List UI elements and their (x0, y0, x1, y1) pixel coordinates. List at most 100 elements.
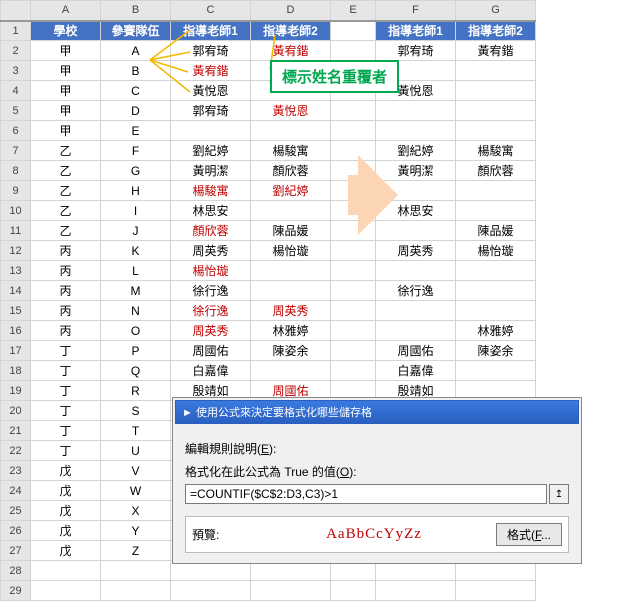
cell[interactable]: D (101, 101, 171, 121)
cell[interactable]: L (101, 261, 171, 281)
cell[interactable]: Y (101, 521, 171, 541)
cell[interactable]: 劉紀婷 (251, 181, 331, 201)
row-header[interactable]: 7 (1, 141, 31, 161)
cell[interactable]: 陳姿余 (251, 341, 331, 361)
cell[interactable]: 丁 (31, 361, 101, 381)
cell[interactable]: 戊 (31, 501, 101, 521)
cell[interactable] (171, 121, 251, 141)
range-selector-button[interactable]: ↥ (549, 484, 569, 504)
cell[interactable]: 劉紀婷 (171, 141, 251, 161)
row-header[interactable]: 10 (1, 201, 31, 221)
header-cell[interactable] (331, 21, 376, 41)
cell[interactable]: W (101, 481, 171, 501)
row-header[interactable]: 27 (1, 541, 31, 561)
cell[interactable]: 徐行逸 (376, 281, 456, 301)
cell[interactable]: 戊 (31, 521, 101, 541)
cell[interactable]: 甲 (31, 41, 101, 61)
cell[interactable] (456, 361, 536, 381)
row-header[interactable]: 9 (1, 181, 31, 201)
cell[interactable]: 楊怡璇 (171, 261, 251, 281)
cell[interactable]: 林雅婷 (456, 321, 536, 341)
cell[interactable]: C (101, 81, 171, 101)
cell[interactable]: T (101, 421, 171, 441)
row-header[interactable]: 13 (1, 261, 31, 281)
cell[interactable]: I (101, 201, 171, 221)
header-cell[interactable]: 指導老師2 (251, 21, 331, 41)
cell[interactable]: 戊 (31, 481, 101, 501)
cell[interactable] (376, 261, 456, 281)
row-header[interactable]: 17 (1, 341, 31, 361)
cell[interactable]: 陳姿余 (456, 341, 536, 361)
cell[interactable]: 楊駿寓 (456, 141, 536, 161)
cell[interactable]: J (101, 221, 171, 241)
cell[interactable]: 周英秀 (171, 241, 251, 261)
cell[interactable]: R (101, 381, 171, 401)
cell[interactable] (251, 201, 331, 221)
row-header[interactable]: 5 (1, 101, 31, 121)
cell[interactable]: 陳品媛 (251, 221, 331, 241)
col-header-G[interactable]: G (456, 1, 536, 21)
cell[interactable] (331, 321, 376, 341)
cell[interactable]: Q (101, 361, 171, 381)
cell[interactable] (331, 261, 376, 281)
cell[interactable] (456, 61, 536, 81)
row-header[interactable]: 25 (1, 501, 31, 521)
cell[interactable]: 徐行逸 (171, 281, 251, 301)
cell[interactable] (456, 581, 536, 601)
row-header[interactable]: 22 (1, 441, 31, 461)
cell[interactable]: 丁 (31, 441, 101, 461)
cell[interactable] (376, 121, 456, 141)
col-header-E[interactable]: E (331, 1, 376, 21)
cell[interactable]: N (101, 301, 171, 321)
cell[interactable] (251, 261, 331, 281)
cell[interactable]: 顏欣蓉 (171, 221, 251, 241)
cell[interactable]: 楊駿寓 (251, 141, 331, 161)
cell[interactable]: 白嘉偉 (171, 361, 251, 381)
row-header[interactable]: 14 (1, 281, 31, 301)
row-header[interactable]: 1 (1, 21, 31, 41)
cell[interactable]: 林思安 (171, 201, 251, 221)
col-header-A[interactable]: A (31, 1, 101, 21)
cell[interactable]: 乙 (31, 181, 101, 201)
row-header[interactable]: 26 (1, 521, 31, 541)
cell[interactable]: P (101, 341, 171, 361)
cell[interactable]: 乙 (31, 201, 101, 221)
cell[interactable]: 乙 (31, 221, 101, 241)
cell[interactable]: Z (101, 541, 171, 561)
cell[interactable]: 黃宥鍇 (251, 41, 331, 61)
cell[interactable]: 顏欣蓉 (456, 161, 536, 181)
cell[interactable]: 周英秀 (171, 321, 251, 341)
cell[interactable] (376, 581, 456, 601)
cell[interactable]: 乙 (31, 141, 101, 161)
cell[interactable] (251, 581, 331, 601)
cell[interactable] (251, 121, 331, 141)
cell[interactable]: 楊怡璇 (456, 241, 536, 261)
row-header[interactable]: 8 (1, 161, 31, 181)
cell[interactable] (376, 301, 456, 321)
cell[interactable] (331, 301, 376, 321)
row-header[interactable]: 12 (1, 241, 31, 261)
cell[interactable]: 丙 (31, 301, 101, 321)
row-header[interactable]: 16 (1, 321, 31, 341)
cell[interactable]: 徐行逸 (171, 301, 251, 321)
row-header[interactable]: 23 (1, 461, 31, 481)
col-header-D[interactable]: D (251, 1, 331, 21)
cell[interactable]: 丙 (31, 241, 101, 261)
cell[interactable]: H (101, 181, 171, 201)
row-header[interactable]: 2 (1, 41, 31, 61)
cell[interactable] (331, 41, 376, 61)
header-cell[interactable]: 指導老師2 (456, 21, 536, 41)
cell[interactable] (456, 301, 536, 321)
cell[interactable]: E (101, 121, 171, 141)
cell[interactable]: U (101, 441, 171, 461)
cell[interactable]: 乙 (31, 161, 101, 181)
cell[interactable] (331, 241, 376, 261)
row-header[interactable]: 24 (1, 481, 31, 501)
cell[interactable] (101, 581, 171, 601)
cell[interactable] (331, 281, 376, 301)
cell[interactable]: 黃悅恩 (171, 81, 251, 101)
row-header[interactable]: 29 (1, 581, 31, 601)
header-cell[interactable]: 指導老師1 (171, 21, 251, 41)
cell[interactable] (456, 121, 536, 141)
header-cell[interactable]: 指導老師1 (376, 21, 456, 41)
